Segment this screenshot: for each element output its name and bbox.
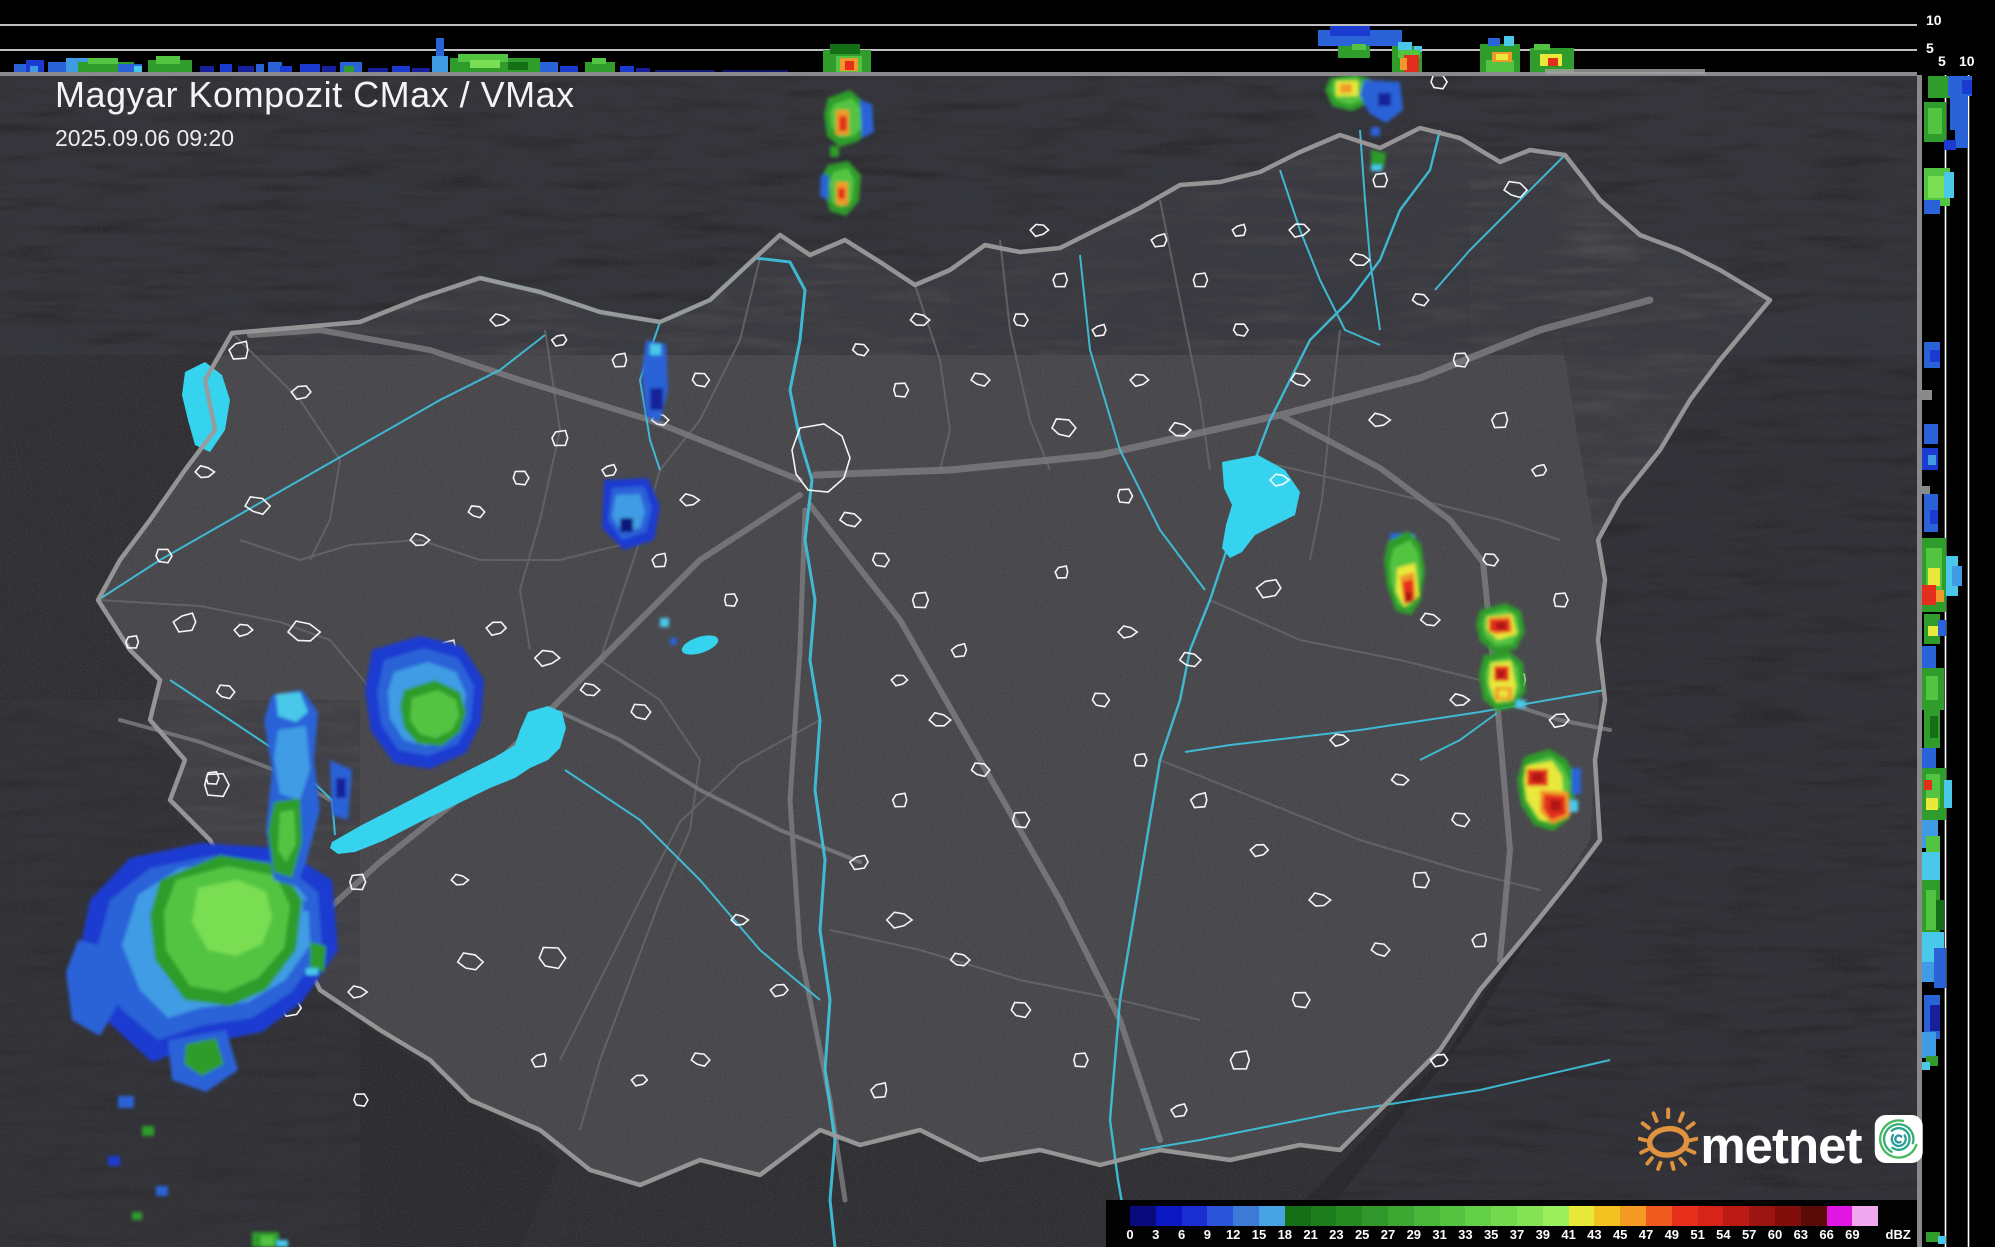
right-strip-tick-5km: 5 xyxy=(1938,53,1946,69)
legend-value-label: 25 xyxy=(1354,1227,1370,1242)
radar-screen: Magyar Kompozit CMax / VMax 2025.09.06 0… xyxy=(0,0,1995,1247)
legend-swatch xyxy=(1491,1206,1517,1226)
legend-value-label: 6 xyxy=(1177,1227,1186,1242)
legend-value-label: 60 xyxy=(1767,1227,1783,1242)
legend-value-label: 33 xyxy=(1458,1227,1473,1242)
legend-swatch xyxy=(1439,1206,1466,1226)
legend-value-label: 69 xyxy=(1845,1227,1860,1242)
right-strip-tick-10km: 10 xyxy=(1959,53,1975,69)
legend-value-label: 49 xyxy=(1664,1227,1680,1242)
legend-value-label: 0 xyxy=(1126,1227,1134,1242)
legend-value-label: 47 xyxy=(1638,1227,1654,1242)
legend-swatch xyxy=(1362,1206,1388,1226)
legend-swatch xyxy=(1852,1206,1879,1226)
legend-swatch xyxy=(1723,1206,1750,1226)
legend-swatch xyxy=(1130,1206,1156,1226)
legend-swatch xyxy=(1413,1206,1440,1226)
legend-value-label: 27 xyxy=(1380,1227,1396,1242)
legend-swatch xyxy=(1800,1206,1827,1226)
map-area xyxy=(0,75,1917,1247)
legend-value-label: 15 xyxy=(1251,1227,1267,1242)
legend-swatch xyxy=(1542,1206,1569,1226)
legend-swatch xyxy=(1516,1206,1543,1226)
legend-value-label: 29 xyxy=(1406,1227,1422,1242)
legend-unit-label: dBZ xyxy=(1885,1227,1911,1242)
legend-value-label: 41 xyxy=(1561,1227,1576,1242)
legend-swatch xyxy=(1697,1206,1724,1226)
radar-map xyxy=(0,0,1995,1247)
legend-value-label: 21 xyxy=(1303,1227,1318,1242)
legend-swatch xyxy=(1774,1206,1801,1226)
legend-swatch xyxy=(1620,1206,1646,1226)
legend-value-label: 18 xyxy=(1277,1227,1293,1242)
dbz-legend: 0 3 6 9 12 15 18 21 23 25 27 29 31 33 35 37 39 41 43 45 47 49… xyxy=(1106,1200,1917,1247)
legend-value-label: 37 xyxy=(1509,1227,1525,1242)
legend-value-label: 66 xyxy=(1819,1227,1834,1242)
top-strip-tick-10km: 10 xyxy=(1926,12,1942,28)
top-projection-strip xyxy=(0,0,1917,76)
legend-swatch xyxy=(1310,1206,1337,1226)
legend-swatch xyxy=(1233,1206,1259,1226)
legend-swatch xyxy=(1645,1206,1672,1226)
legend-swatch xyxy=(1465,1206,1492,1226)
legend-value-label: 45 xyxy=(1612,1227,1628,1242)
legend-swatch xyxy=(1594,1206,1621,1226)
legend-swatch xyxy=(1181,1206,1208,1226)
legend-value-label: 35 xyxy=(1483,1227,1499,1242)
sun-icon xyxy=(1638,1107,1699,1171)
legend-swatch xyxy=(1671,1206,1698,1226)
legend-swatch xyxy=(1155,1206,1182,1226)
legend-value-label: 3 xyxy=(1152,1227,1160,1242)
legend-swatch xyxy=(1336,1206,1363,1226)
top-strip-tick-5km: 5 xyxy=(1926,40,1934,56)
legend-value-label: 31 xyxy=(1432,1227,1447,1242)
legend-swatch xyxy=(1258,1206,1285,1226)
legend-swatch xyxy=(1826,1206,1853,1226)
legend-value-label: 43 xyxy=(1587,1227,1602,1242)
legend-swatch xyxy=(1284,1206,1311,1226)
legend-swatch xyxy=(1568,1206,1595,1226)
legend-value-label: 23 xyxy=(1329,1227,1344,1242)
legend-value-label: 57 xyxy=(1741,1227,1757,1242)
legend-value-label: 12 xyxy=(1225,1227,1241,1242)
legend-value-label: 39 xyxy=(1535,1227,1551,1242)
right-projection-strip xyxy=(1917,0,1995,1247)
metnet-wordmark: metnet xyxy=(1700,1116,1862,1174)
spiral-storm-icon xyxy=(1874,1115,1923,1163)
legend-swatches xyxy=(1130,1206,1879,1226)
metnet-logo[interactable]: metnet xyxy=(1638,1092,1923,1184)
legend-swatch xyxy=(1207,1206,1234,1226)
legend-value-label: 54 xyxy=(1716,1227,1731,1242)
legend-swatch xyxy=(1749,1206,1775,1226)
legend-swatch xyxy=(1387,1206,1414,1226)
legend-value-label: 51 xyxy=(1690,1227,1705,1242)
legend-value-label: 63 xyxy=(1793,1227,1809,1242)
legend-value-label: 9 xyxy=(1203,1227,1212,1242)
right-map-separator xyxy=(1917,75,1922,1247)
